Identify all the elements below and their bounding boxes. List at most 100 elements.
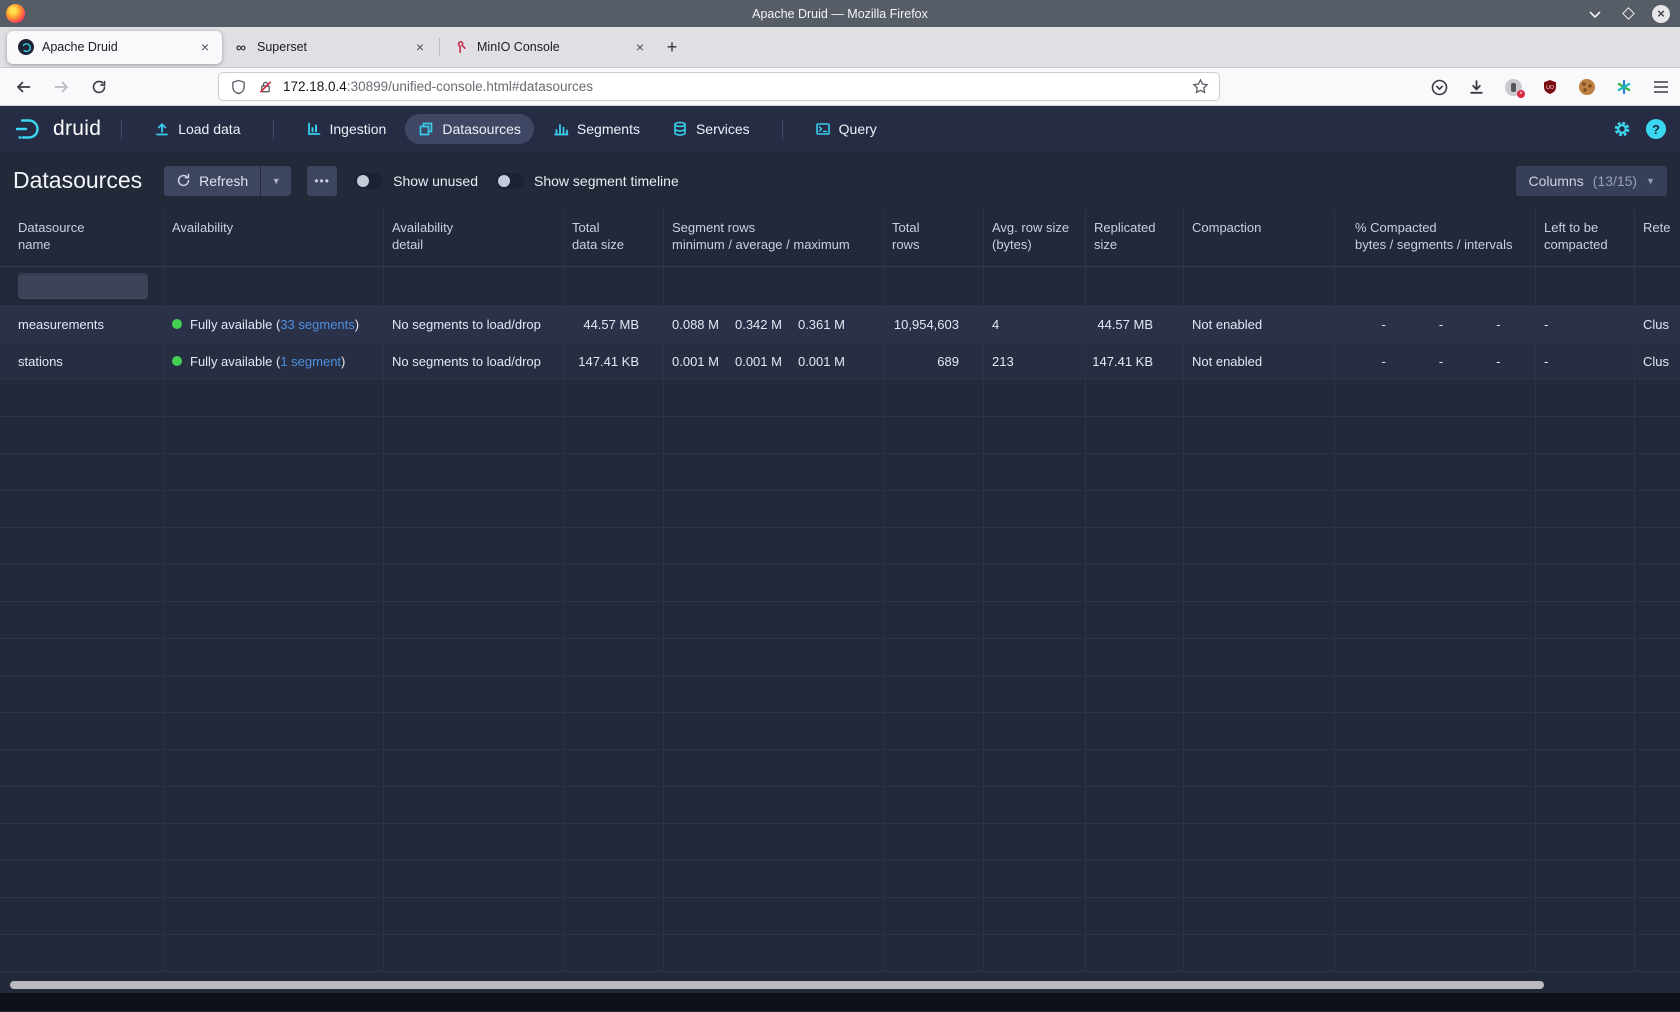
show-unused-toggle[interactable] <box>355 173 383 189</box>
nav-item-segments[interactable]: Segments <box>540 114 653 144</box>
refresh-dropdown-button[interactable]: ▼ <box>261 166 291 196</box>
column-header-name[interactable]: Datasourcename <box>0 209 164 266</box>
downloads-icon[interactable] <box>1467 78 1485 96</box>
url-path: :30899/unified-console.html#datasources <box>347 79 593 94</box>
empty-cell <box>0 565 164 601</box>
datasource-name-filter-input[interactable] <box>18 273 148 299</box>
nav-item-datasources[interactable]: Datasources <box>405 114 534 144</box>
empty-row <box>0 639 1680 676</box>
empty-cell <box>0 417 164 453</box>
url-text: 172.18.0.4:30899/unified-console.html#da… <box>283 79 593 94</box>
cell-percent-compacted: --- <box>1335 343 1536 379</box>
empty-cell <box>564 713 664 749</box>
refresh-button[interactable]: Refresh <box>164 166 260 196</box>
cell-replicated-size: 44.57 MB <box>1086 306 1184 342</box>
column-header-availability[interactable]: Availability <box>164 209 384 266</box>
tracking-shield-icon[interactable] <box>229 78 247 96</box>
empty-cell <box>0 491 164 527</box>
column-header-retention[interactable]: Rete <box>1635 209 1680 266</box>
tab-apache-druid[interactable]: Apache Druid × <box>7 31 222 64</box>
cookie-extension-icon[interactable] <box>1578 78 1596 96</box>
bookmark-star-icon[interactable] <box>1191 78 1209 96</box>
empty-cell <box>1635 935 1680 971</box>
insecure-lock-icon[interactable] <box>256 78 274 96</box>
empty-cell <box>1184 787 1335 823</box>
cell-compaction: Not enabled <box>1184 306 1335 342</box>
segments-link[interactable]: 1 segment <box>280 354 341 369</box>
column-header-percent-compacted[interactable]: % Compactedbytes / segments / intervals <box>1335 209 1536 266</box>
empty-cell <box>564 898 664 934</box>
cell-availability-detail: No segments to load/drop <box>384 343 564 379</box>
nav-item-ingestion[interactable]: Ingestion <box>293 114 400 144</box>
filter-row <box>0 267 1680 306</box>
empty-cell <box>0 787 164 823</box>
empty-cell <box>884 713 984 749</box>
empty-cell <box>664 898 884 934</box>
druid-logo[interactable]: druid <box>14 116 101 142</box>
cell-compaction: Not enabled <box>1184 343 1335 379</box>
settings-gear-icon[interactable] <box>1613 120 1631 138</box>
column-header-total-rows[interactable]: Totalrows <box>884 209 984 266</box>
tab-close-icon[interactable]: × <box>198 39 212 55</box>
empty-cell <box>1184 935 1335 971</box>
empty-cell <box>984 602 1086 638</box>
empty-cell <box>664 824 884 860</box>
tab-superset[interactable]: ∞ Superset × <box>222 31 437 64</box>
empty-cell <box>1536 750 1635 786</box>
column-header-total-data-size[interactable]: Totaldata size <box>564 209 664 266</box>
empty-cell <box>1635 454 1680 490</box>
segments-link[interactable]: 33 segments <box>280 317 354 332</box>
column-header-segment-rows[interactable]: Segment rowsminimum / average / maximum <box>664 209 884 266</box>
empty-cell <box>1335 713 1536 749</box>
window-minimize-button[interactable] <box>1586 5 1604 23</box>
nav-item-label: Datasources <box>442 121 521 137</box>
asterisk-extension-icon[interactable] <box>1615 78 1633 96</box>
empty-cell <box>1086 528 1184 564</box>
column-header-availability-detail[interactable]: Availabilitydetail <box>384 209 564 266</box>
empty-cell <box>164 528 384 564</box>
empty-cell <box>384 639 564 675</box>
toggle-knob <box>357 175 369 187</box>
ublock-origin-icon[interactable]: UO <box>1541 78 1559 96</box>
nav-item-query[interactable]: Query <box>802 114 890 144</box>
empty-cell <box>1635 639 1680 675</box>
empty-cell <box>1635 824 1680 860</box>
help-icon[interactable]: ? <box>1646 119 1666 139</box>
columns-count: (13/15) <box>1593 173 1637 189</box>
tab-close-icon[interactable]: × <box>413 39 427 55</box>
column-header-left-to-be-compacted[interactable]: Left to becompacted <box>1536 209 1635 266</box>
empty-cell <box>1184 602 1335 638</box>
show-segment-timeline-toggle[interactable] <box>496 173 524 189</box>
horizontal-scrollbar[interactable] <box>10 981 1544 989</box>
hamburger-menu-icon[interactable] <box>1652 78 1670 96</box>
empty-cell <box>884 602 984 638</box>
table-row: stationsFully available (1 segment)No se… <box>0 343 1680 380</box>
empty-cell <box>384 528 564 564</box>
column-header-compaction[interactable]: Compaction <box>1184 209 1335 266</box>
extension-disabled-icon[interactable]: × <box>1504 78 1522 96</box>
columns-button[interactable]: Columns (13/15) ▼ <box>1516 166 1667 196</box>
pocket-icon[interactable] <box>1430 78 1448 96</box>
nav-separator <box>121 119 122 139</box>
column-header-replicated-size[interactable]: Replicatedsize <box>1086 209 1184 266</box>
forward-button[interactable] <box>52 78 70 96</box>
tab-close-icon[interactable]: × <box>633 39 647 55</box>
back-button[interactable] <box>14 78 32 96</box>
new-tab-button[interactable]: + <box>657 32 687 62</box>
druid-logo-icon <box>14 116 44 142</box>
window-close-button[interactable]: × <box>1652 5 1670 23</box>
empty-cell <box>564 380 664 416</box>
nav-item-load-data[interactable]: Load data <box>141 114 253 144</box>
nav-item-services[interactable]: Services <box>659 114 763 144</box>
window-maximize-button[interactable] <box>1619 5 1637 23</box>
column-header-avg-row-size[interactable]: Avg. row size(bytes) <box>984 209 1086 266</box>
tab-minio-console[interactable]: MinIO Console × <box>442 31 657 64</box>
url-bar[interactable]: 172.18.0.4:30899/unified-console.html#da… <box>218 72 1220 101</box>
empty-cell <box>164 565 384 601</box>
reload-button[interactable] <box>90 78 108 96</box>
empty-cell <box>1184 750 1335 786</box>
superset-favicon: ∞ <box>233 39 249 55</box>
empty-cell <box>984 565 1086 601</box>
more-actions-button[interactable]: ••• <box>307 166 337 196</box>
window-title: Apache Druid — Mozilla Firefox <box>0 7 1680 21</box>
